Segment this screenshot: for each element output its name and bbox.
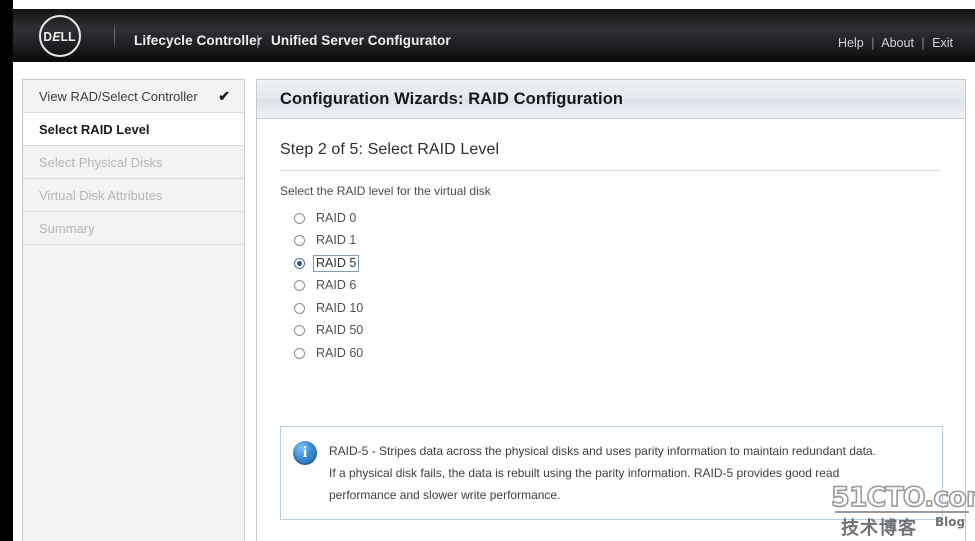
content-panel-header: Configuration Wizards: RAID Configuratio… [257,80,965,119]
dell-logo-icon: DELL [39,15,81,57]
radio-option-raid-50[interactable]: RAID 50 [294,320,942,343]
radio-option-label: RAID 10 [316,300,364,315]
radio-option-raid-0[interactable]: RAID 0 [294,207,942,230]
sidebar-item-label: Summary [39,221,95,236]
radio-icon[interactable] [294,235,305,247]
check-icon: ✔ [218,88,230,104]
wizard-step-sidebar: View RAD/Select Controller ✔ Select RAID… [22,79,245,541]
raid-level-info-box: i RAID-5 - Stripes data across the physi… [280,426,943,520]
radio-option-raid-5[interactable]: RAID 5 [294,252,942,275]
info-text: RAID-5 - Stripes data across the physica… [329,439,876,507]
step-title: Step 2 of 5: Select RAID Level [280,141,500,158]
page-title: Configuration Wizards: RAID Configuratio… [280,89,624,108]
radio-icon[interactable] [294,302,305,314]
radio-option-raid-1[interactable]: RAID 1 [294,230,942,253]
radio-option-label: RAID 5 [313,254,360,272]
radio-option-label: RAID 50 [316,323,364,338]
content-body: Step 2 of 5: Select RAID Level Select th… [257,119,965,541]
radio-option-label: RAID 6 [316,278,357,293]
radio-icon[interactable] [294,280,305,292]
radio-option-raid-60[interactable]: RAID 60 [294,342,942,365]
exit-link[interactable]: Exit [932,36,953,50]
sidebar-item-view-rad-select-controller[interactable]: View RAD/Select Controller ✔ [23,80,244,113]
dell-logo-text: DELL [43,28,77,44]
header-title-lifecycle-controller: Lifecycle Controller [134,33,263,48]
sidebar-item-virtual-disk-attributes: Virtual Disk Attributes [23,179,244,212]
content-panel: Configuration Wizards: RAID Configuratio… [256,79,966,541]
info-text-line-1: RAID-5 - Stripes data across the physica… [329,444,876,458]
radio-option-label: RAID 0 [316,210,357,225]
header-title-separator: | [256,33,260,48]
radio-option-raid-6[interactable]: RAID 6 [294,275,942,298]
radio-option-label: RAID 60 [316,345,364,360]
window-left-strip [0,0,13,541]
prompt-text: Select the RAID level for the virtual di… [280,184,491,198]
sidebar-item-label: View RAD/Select Controller [39,89,198,104]
info-text-line-3: performance and slower write performance… [329,488,561,502]
radio-option-raid-10[interactable]: RAID 10 [294,297,942,320]
sidebar-item-select-raid-level[interactable]: Select RAID Level [23,113,244,146]
info-icon: i [293,441,317,465]
raid-level-radio-group: RAID 0 RAID 1 RAID 5 RAID 6 RAID 10 RAID… [280,207,942,365]
radio-option-label: RAID 1 [316,233,357,248]
sidebar-item-summary: Summary [23,212,244,245]
radio-icon[interactable] [294,347,305,359]
radio-icon[interactable] [294,212,305,224]
link-separator-1: | [871,36,875,50]
app-header: DELL Lifecycle Controller | Unified Serv… [13,9,975,62]
body-area: View RAD/Select Controller ✔ Select RAID… [13,62,975,541]
info-text-line-2: If a physical disk fails, the data is re… [329,466,840,480]
header-title-unified-server-configurator: Unified Server Configurator [271,33,451,48]
sidebar-item-label: Select RAID Level [39,122,150,137]
sidebar-item-label: Select Physical Disks [39,155,163,170]
about-link[interactable]: About [881,36,914,50]
application-window: DELL Lifecycle Controller | Unified Serv… [0,0,975,541]
window-top-band [0,0,975,9]
radio-icon[interactable] [294,325,305,337]
header-divider [114,21,115,51]
link-separator-2: | [921,36,925,50]
sidebar-item-label: Virtual Disk Attributes [39,188,163,203]
header-links: Help | About | Exit [838,36,953,50]
help-link[interactable]: Help [838,36,864,50]
radio-icon-selected[interactable] [294,257,305,269]
sidebar-item-select-physical-disks: Select Physical Disks [23,146,244,179]
